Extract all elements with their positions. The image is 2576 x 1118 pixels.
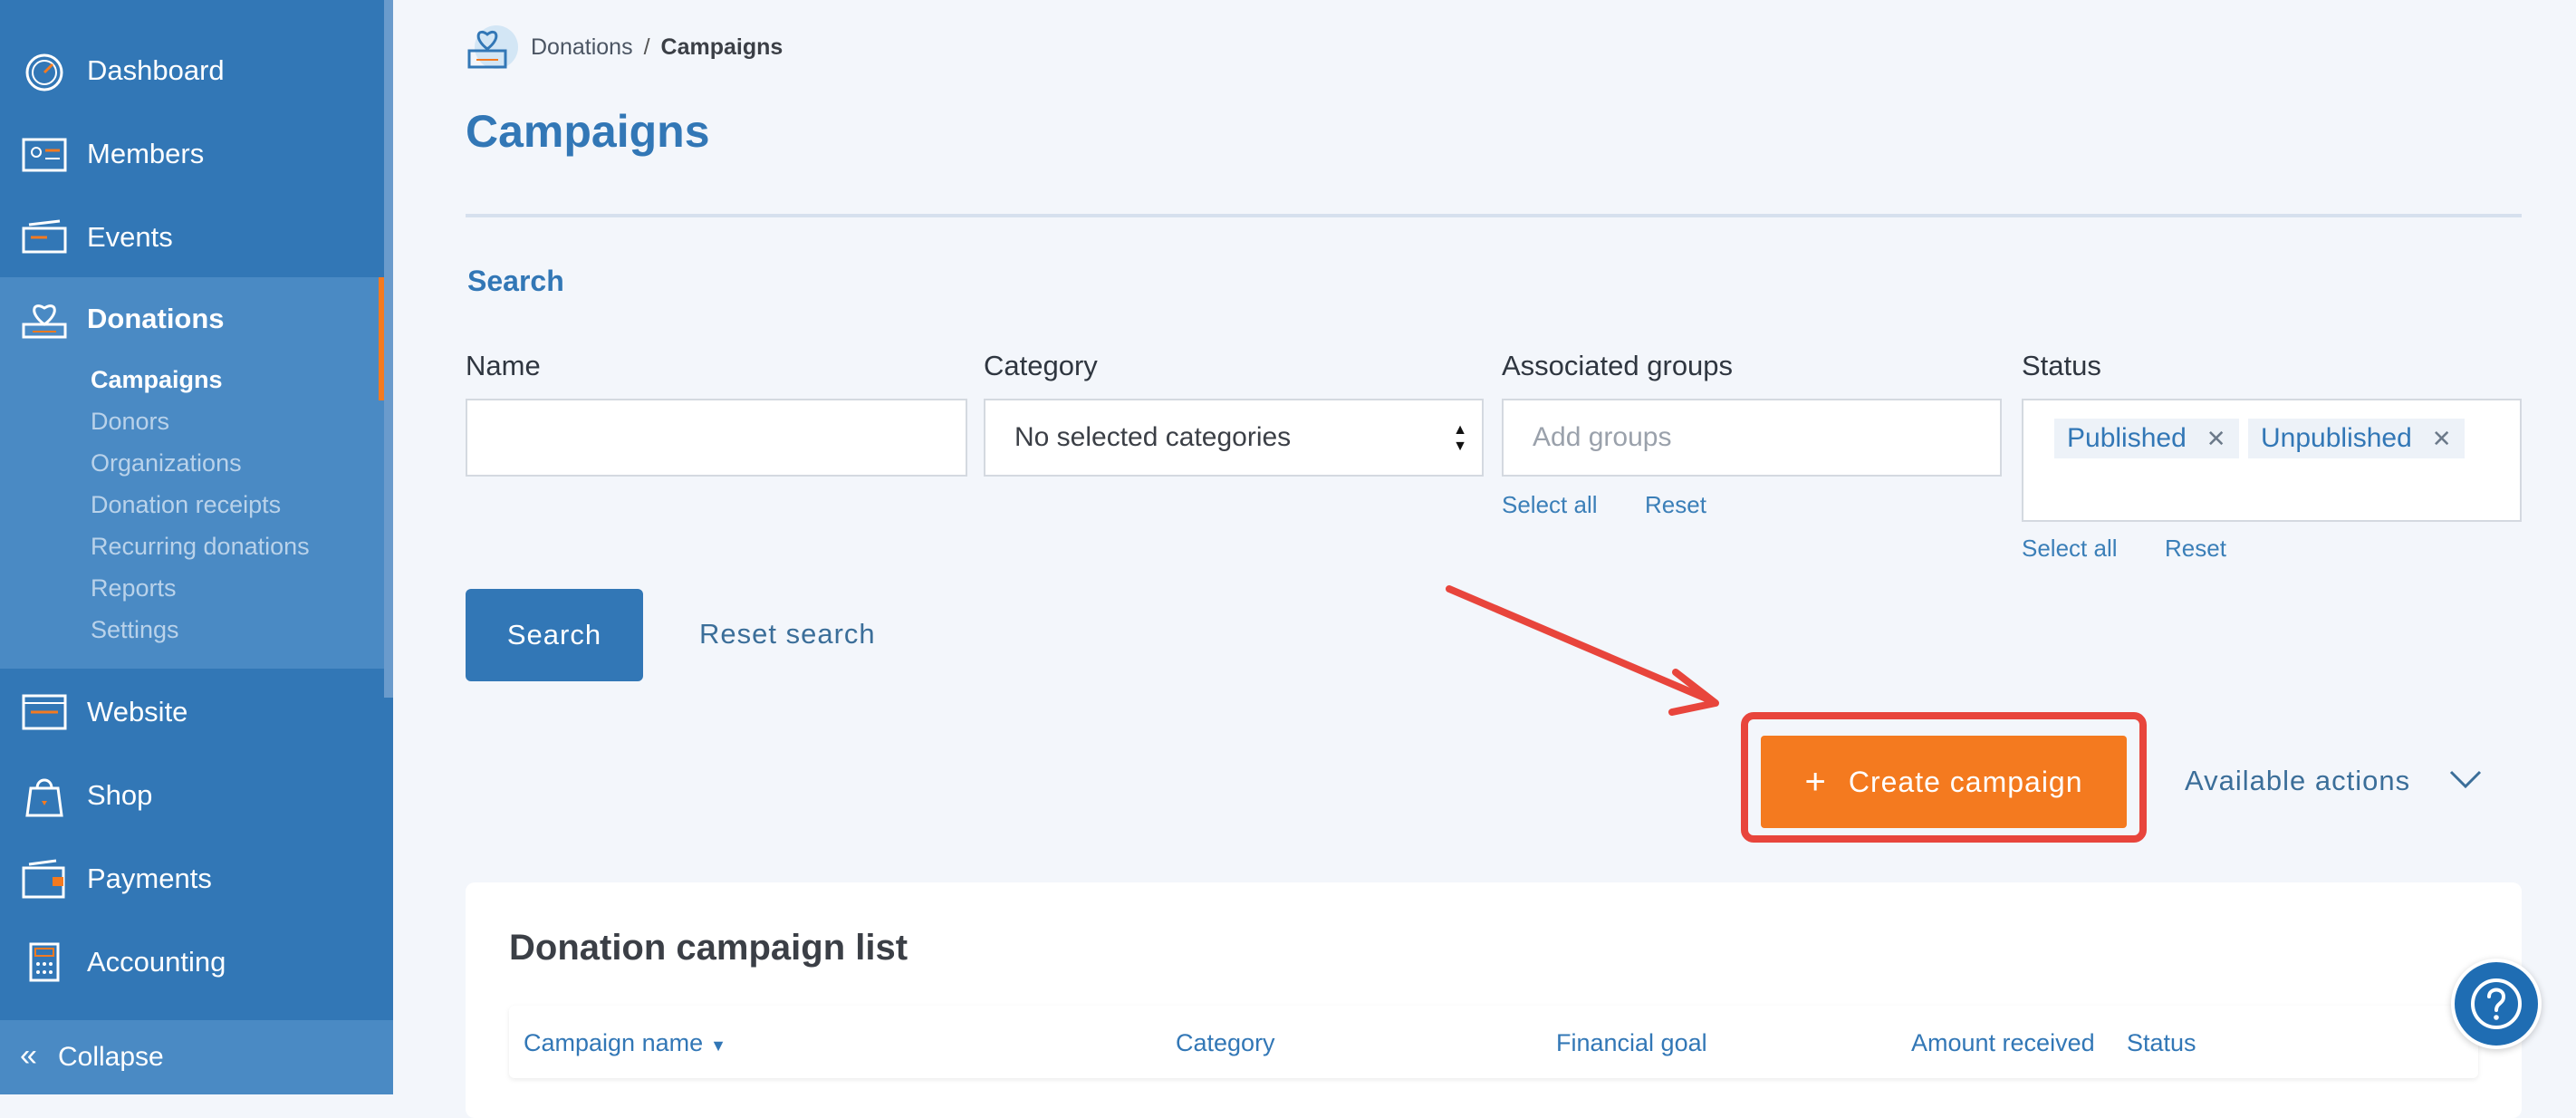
question-mark-icon	[2471, 978, 2522, 1029]
subnav-item-campaigns[interactable]: Campaigns	[91, 366, 223, 394]
sidebar: Dashboard Members Events Donations Campa…	[0, 0, 393, 1094]
shop-bag-icon	[25, 778, 63, 817]
dashboard-gauge-icon	[25, 53, 63, 92]
subnav-item-donors[interactable]: Donors	[91, 408, 169, 436]
sidebar-item-label: Events	[87, 221, 173, 253]
subnav-item-organizations[interactable]: Organizations	[91, 449, 242, 477]
sidebar-item-shop[interactable]: Shop	[0, 754, 384, 837]
sidebar-item-label: Accounting	[87, 946, 226, 978]
table-header: Campaign name ▼ Category Financial goal A…	[509, 1006, 2478, 1078]
sidebar-item-website[interactable]: Website	[0, 670, 384, 754]
sort-down-icon: ▼	[710, 1036, 726, 1055]
sidebar-item-dashboard[interactable]: Dashboard	[0, 29, 384, 112]
campaign-list-title: Donation campaign list	[509, 928, 908, 968]
sidebar-item-payments[interactable]: Payments	[0, 837, 384, 920]
column-header-amount-received[interactable]: Amount received	[1911, 1029, 2095, 1057]
sidebar-item-label: Members	[87, 138, 205, 169]
campaign-list-card: Donation campaign list Campaign name ▼ Ca…	[466, 882, 2522, 1118]
website-browser-icon	[22, 694, 67, 730]
sidebar-scrollbar[interactable]	[384, 0, 393, 698]
column-header-category[interactable]: Category	[1176, 1029, 1275, 1057]
column-header-financial-goal[interactable]: Financial goal	[1556, 1029, 1707, 1057]
subnav-item-recurring-donations[interactable]: Recurring donations	[91, 533, 310, 561]
plus-icon: +	[1804, 761, 1827, 802]
collapse-sidebar-button[interactable]: « Collapse	[0, 1020, 393, 1094]
sidebar-item-label: Dashboard	[87, 54, 225, 86]
sidebar-item-accounting[interactable]: Accounting	[0, 920, 384, 1004]
column-header-status[interactable]: Status	[2127, 1029, 2196, 1057]
sidebar-item-donations[interactable]: Donations	[0, 277, 384, 361]
sidebar-item-label: Payments	[87, 863, 212, 894]
donations-heart-icon	[22, 304, 67, 339]
subnav-item-donation-receipts[interactable]: Donation receipts	[91, 491, 281, 519]
create-campaign-label: Create campaign	[1848, 765, 2083, 798]
sidebar-item-label: Shop	[87, 779, 153, 811]
double-chevron-left-icon: «	[20, 1038, 37, 1073]
column-header-campaign-name[interactable]: Campaign name ▼	[524, 1029, 726, 1057]
available-actions-dropdown[interactable]: Available actions	[2185, 765, 2410, 797]
chevron-down-icon[interactable]	[2447, 768, 2484, 792]
sidebar-item-events[interactable]: Events	[0, 196, 384, 279]
members-card-icon	[22, 138, 67, 172]
accounting-calculator-icon	[29, 942, 60, 982]
subnav-item-reports[interactable]: Reports	[91, 574, 177, 602]
sidebar-item-label: Website	[87, 696, 188, 728]
subnav-item-settings[interactable]: Settings	[91, 616, 179, 644]
sidebar-item-label: Donations	[87, 303, 225, 334]
column-header-label: Campaign name	[524, 1029, 704, 1056]
payments-wallet-icon	[22, 859, 65, 899]
sidebar-item-members[interactable]: Members	[0, 112, 384, 196]
create-campaign-button[interactable]: + Create campaign	[1761, 736, 2127, 828]
main-content: Donations / Campaigns Campaigns Search Nam…	[393, 0, 2576, 1118]
collapse-label: Collapse	[58, 1042, 164, 1072]
help-button[interactable]	[2451, 959, 2542, 1049]
events-ticket-icon	[22, 219, 67, 254]
